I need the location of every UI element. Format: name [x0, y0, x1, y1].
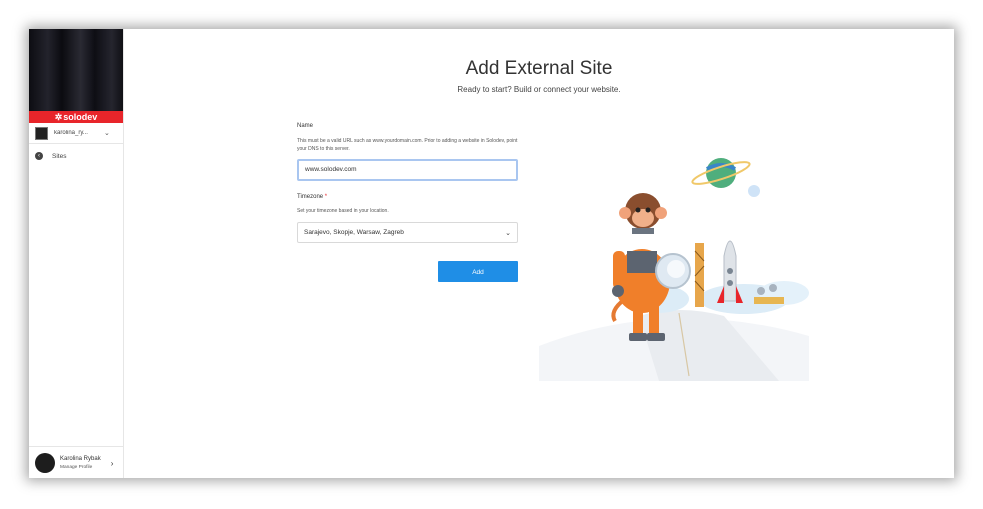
profile-name: Karolina Rybak	[60, 456, 101, 462]
brand-label: solodev	[63, 112, 98, 122]
sidebar-item-label: Sites	[52, 152, 67, 160]
name-help-text: This must be a valid URL such as www.you…	[297, 138, 518, 152]
timezone-selected-value: Sarajevo, Skopje, Warsaw, Zagreb	[304, 229, 404, 236]
timezone-label-text: Timezone	[297, 194, 324, 200]
page-title: Add External Site	[465, 58, 613, 79]
solodev-logo-icon: ✲	[54, 112, 63, 122]
chevron-left-circle-icon: ‹	[35, 152, 43, 160]
account-avatar	[35, 126, 48, 140]
main-content: Add External Site Ready to start? Build …	[124, 29, 954, 478]
app-window: ✲solodev karolina_ry... ⌄ ‹ Sites Karoli…	[29, 29, 954, 478]
timezone-label: Timezone *	[297, 194, 518, 200]
chevron-down-icon: ⌄	[104, 130, 110, 137]
required-marker: *	[324, 194, 328, 200]
timezone-help-text: Set your timezone based in your location…	[297, 208, 389, 214]
profile-menu[interactable]: Karolina Rybak Manage Profile ›	[29, 446, 123, 478]
add-site-form: Name This must be a valid URL such as ww…	[297, 123, 518, 243]
chevron-down-icon: ⌄	[505, 229, 511, 237]
sidebar-banner-image	[29, 29, 123, 111]
chevron-right-icon: ›	[110, 458, 114, 468]
manage-profile-link[interactable]: Manage Profile	[60, 465, 101, 470]
page-subtitle: Ready to start? Build or connect your we…	[457, 85, 621, 94]
brand-logo: ✲solodev	[29, 111, 123, 123]
account-name: karolina_ry...	[54, 130, 88, 136]
sidebar-item-sites[interactable]: ‹ Sites	[35, 152, 66, 160]
account-switcher[interactable]: karolina_ry... ⌄	[29, 123, 123, 144]
name-label: Name	[297, 123, 314, 129]
astronaut-monkey-illustration	[539, 158, 809, 381]
sidebar: ✲solodev karolina_ry... ⌄ ‹ Sites Karoli…	[29, 29, 124, 478]
timezone-select[interactable]: Sarajevo, Skopje, Warsaw, Zagreb ⌄	[297, 222, 518, 243]
name-input[interactable]: www.solodev.com	[297, 159, 518, 181]
avatar	[35, 453, 55, 473]
profile-text: Karolina Rybak Manage Profile	[60, 456, 101, 470]
add-button[interactable]: Add	[438, 261, 518, 282]
